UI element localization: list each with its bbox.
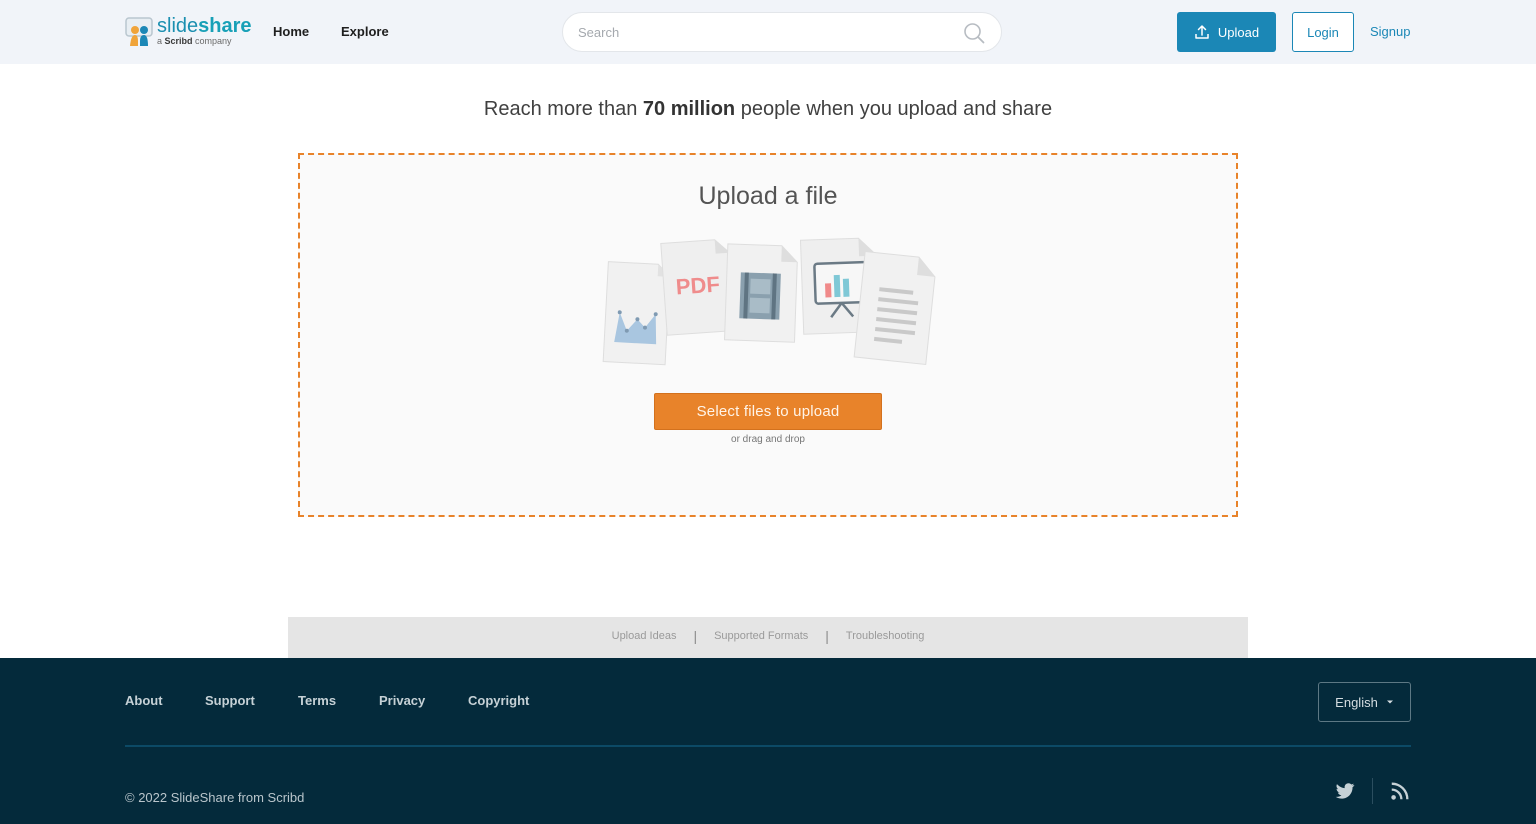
language-select-value: English — [1335, 694, 1378, 710]
upload-icon — [1195, 25, 1209, 39]
search-input[interactable] — [578, 22, 948, 42]
twitter-icon[interactable] — [1334, 780, 1356, 802]
help-links: Upload Ideas | Supported Formats | Troub… — [288, 629, 1248, 643]
logo-sub-brand: Scribd — [164, 36, 193, 46]
rss-icon[interactable] — [1389, 780, 1411, 802]
pdf-document-icon: PDF — [660, 239, 736, 336]
upload-title: Upload a file — [698, 182, 838, 210]
tagline-suffix: people when you upload and share — [735, 98, 1053, 120]
chart-document-icon — [602, 261, 671, 366]
select-files-button[interactable]: Select files to upload — [654, 393, 882, 430]
drag-drop-hint: or drag and drop — [731, 434, 805, 445]
footer-privacy-link[interactable]: Privacy — [379, 693, 425, 709]
social-divider — [1372, 778, 1373, 804]
site-header: slideshare a Scribd company Home Explore… — [0, 0, 1536, 64]
file-types-illustration: PDF — [602, 237, 936, 366]
supported-formats-link[interactable]: Supported Formats — [714, 630, 808, 642]
logo-word-bold: share — [198, 15, 252, 37]
logo-word-light: slide — [157, 15, 199, 37]
footer-support-link[interactable]: Support — [205, 693, 255, 709]
chevron-down-icon — [1386, 700, 1393, 704]
language-select[interactable]: English — [1318, 682, 1411, 722]
pdf-label: PDF — [675, 272, 721, 300]
tagline-highlight: 70 million — [642, 98, 736, 120]
footer-terms-link[interactable]: Terms — [298, 693, 336, 709]
nav-explore-link[interactable]: Explore — [341, 24, 389, 40]
help-separator: | — [825, 628, 829, 644]
upload-button[interactable]: Upload — [1177, 12, 1276, 52]
search-bar — [562, 12, 1002, 52]
upload-dropzone[interactable]: Upload a file PDF Select files to upload… — [298, 153, 1238, 517]
help-separator: | — [693, 628, 698, 644]
slideshare-logo[interactable]: slideshare a Scribd company — [125, 15, 252, 49]
nav-home-link[interactable]: Home — [273, 24, 309, 40]
copyright-text: © 2022 SlideShare from Scribd — [125, 790, 305, 805]
footer-divider — [125, 745, 1411, 747]
signup-link[interactable]: Signup — [1370, 24, 1410, 40]
search-icon[interactable] — [963, 22, 985, 44]
video-document-icon — [724, 243, 798, 343]
tagline-prefix: Reach more than — [483, 98, 643, 120]
upload-help-bar: Upload Ideas | Supported Formats | Troub… — [288, 617, 1248, 658]
logo-sub-prefix: a — [157, 36, 165, 46]
logo-tagline: a Scribd company — [157, 36, 232, 47]
logo-sub-suffix: company — [192, 36, 232, 46]
upload-button-label: Upload — [1217, 24, 1260, 40]
login-button[interactable]: Login — [1292, 12, 1354, 52]
footer-about-link[interactable]: About — [125, 693, 163, 709]
footer-copyright-link[interactable]: Copyright — [468, 693, 529, 709]
upload-ideas-link[interactable]: Upload Ideas — [612, 630, 677, 642]
site-footer: About Support Terms Privacy Copyright En… — [0, 658, 1536, 824]
logo-wordmark: slideshare — [157, 15, 252, 37]
text-document-icon — [853, 250, 936, 365]
hero-tagline: Reach more than 70 million people when y… — [0, 96, 1536, 122]
slideshare-logo-icon — [125, 17, 153, 46]
troubleshooting-link[interactable]: Troubleshooting — [846, 630, 924, 642]
